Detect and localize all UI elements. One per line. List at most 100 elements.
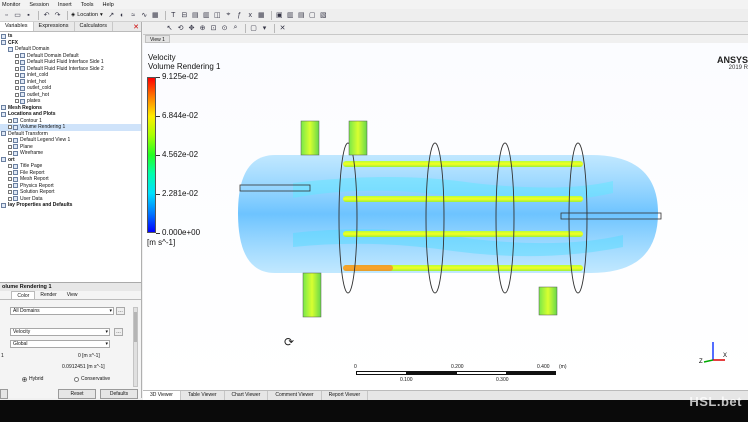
details-scrollbar[interactable] (133, 307, 138, 387)
visibility-checkbox[interactable] (15, 79, 19, 84)
menu-monitor[interactable]: Monitor (2, 2, 20, 8)
close-icon[interactable]: ✕ (133, 23, 139, 31)
tab-geometry[interactable] (0, 291, 11, 299)
pan-icon[interactable]: ✥ (187, 24, 196, 33)
tab-calculators[interactable]: Calculators (75, 22, 114, 31)
streamline-icon[interactable]: ≈ (129, 11, 138, 20)
visibility-checkbox[interactable] (8, 125, 12, 130)
tree-node-icon (13, 196, 18, 202)
undo-icon[interactable]: ↶ (42, 11, 51, 20)
3d-viewport[interactable]: Velocity Volume Rendering 1 9.125e-02 6.… (143, 43, 748, 390)
menu-help[interactable]: Help (103, 2, 114, 8)
table-icon[interactable]: ▦ (257, 11, 266, 20)
chart-icon[interactable]: ▥ (286, 11, 295, 20)
tab-render[interactable]: Render (35, 291, 61, 299)
vector-icon[interactable]: ↗ (107, 11, 116, 20)
menu-insert[interactable]: Insert (58, 2, 72, 8)
select-icon[interactable]: ↖ (165, 24, 174, 33)
domains-select[interactable]: All Domains ▾ (10, 307, 114, 315)
save-icon[interactable]: ▪ (24, 11, 33, 20)
visibility-checkbox[interactable] (8, 144, 12, 149)
viewport-layout-icon[interactable]: ▢ (249, 24, 258, 33)
particle-track-icon[interactable]: ∿ (140, 11, 149, 20)
location-menu[interactable]: ◈ Location ▾ (71, 12, 103, 18)
report-icon[interactable]: ▤ (297, 11, 306, 20)
figure-icon[interactable]: ▧ (319, 11, 328, 20)
visibility-checkbox[interactable] (15, 60, 19, 65)
visibility-checkbox[interactable] (15, 53, 19, 58)
visibility-checkbox[interactable] (8, 190, 12, 195)
tree-node-icon (8, 46, 13, 52)
tab-3d-viewer[interactable]: 3D Viewer (143, 391, 181, 400)
visibility-checkbox[interactable] (8, 196, 12, 201)
tree-item[interactable]: lay Properties and Defaults (0, 202, 141, 209)
redo-icon[interactable]: ↷ (53, 11, 62, 20)
visibility-checkbox[interactable] (15, 92, 19, 97)
visibility-checkbox[interactable] (8, 138, 12, 143)
hybrid-radio[interactable]: Hybrid (22, 376, 43, 382)
domains-browse-button[interactable]: … (116, 307, 125, 315)
menu-tools[interactable]: Tools (81, 2, 94, 8)
tab-view[interactable]: View (62, 291, 83, 299)
instance-icon[interactable]: ◫ (213, 11, 222, 20)
min-value[interactable]: 0 [m s^-1] (78, 353, 100, 359)
zoom-fit-icon[interactable]: ⊙ (220, 24, 229, 33)
details-panel: olume Rendering 1 Color Render View All … (0, 282, 141, 399)
tab-color[interactable]: Color (11, 291, 36, 299)
visibility-checkbox[interactable] (15, 86, 19, 91)
visibility-checkbox[interactable] (8, 177, 12, 182)
tree-node-icon (13, 170, 18, 176)
conservative-radio[interactable]: Conservative (74, 376, 110, 382)
tab-table-viewer[interactable]: Table Viewer (181, 391, 225, 400)
menu-session[interactable]: Session (29, 2, 49, 8)
color-map-icon[interactable]: ▤ (191, 11, 200, 20)
variable-icon[interactable]: x (246, 11, 255, 20)
visibility-checkbox[interactable] (15, 99, 19, 104)
visibility-checkbox[interactable] (8, 151, 12, 156)
visibility-checkbox[interactable] (15, 73, 19, 78)
tree-node-icon (1, 33, 6, 39)
max-value[interactable]: 0.0912451 [m s^-1] (62, 364, 105, 370)
visibility-checkbox[interactable] (15, 66, 19, 71)
volume-rendering-icon[interactable]: ▦ (151, 11, 160, 20)
chevron-down-icon[interactable]: ▾ (260, 24, 269, 33)
clip-plane-icon[interactable]: ⊟ (180, 11, 189, 20)
zoom-icon[interactable]: ⊕ (198, 24, 207, 33)
tab-chart-viewer[interactable]: Chart Viewer (225, 391, 269, 400)
tab-variables[interactable]: Variables (0, 22, 34, 31)
tab-comment-viewer[interactable]: Comment Viewer (268, 391, 322, 400)
variable-select[interactable]: Velocity ▾ (10, 328, 110, 336)
scroll-thumb[interactable] (134, 312, 137, 342)
tab-report-viewer[interactable]: Report Viewer (322, 391, 369, 400)
visibility-checkbox[interactable] (8, 170, 12, 175)
tab-expressions[interactable]: Expressions (34, 22, 75, 31)
contour-icon[interactable]: ◐ (118, 11, 127, 20)
text-icon[interactable]: T (169, 11, 178, 20)
expression-icon[interactable]: ƒ (235, 11, 244, 20)
toolbar-divider (38, 10, 39, 20)
zoom-box-icon[interactable]: ⊡ (209, 24, 218, 33)
defaults-button[interactable]: Defaults (100, 389, 138, 399)
visibility-checkbox[interactable] (8, 164, 12, 169)
coordinate-frame-icon[interactable]: ⌖ (224, 11, 233, 20)
legend-icon[interactable]: ▥ (202, 11, 211, 20)
axis-triad[interactable]: Z X (698, 336, 728, 366)
chevron-down-icon: ▾ (100, 12, 103, 18)
visibility-checkbox[interactable] (8, 183, 12, 188)
visibility-checkbox[interactable] (8, 118, 12, 123)
rotate-icon[interactable]: ⟲ (176, 24, 185, 33)
variable-browse-button[interactable]: … (114, 328, 123, 336)
probe-icon[interactable]: ✕ (278, 24, 287, 33)
open-folder-icon[interactable]: ▭ (13, 11, 22, 20)
reset-button[interactable]: Reset (58, 389, 96, 399)
new-file-icon[interactable]: ▫ (2, 11, 11, 20)
legend-label: 2.281e-02 (162, 189, 199, 198)
comment-icon[interactable]: ▢ (308, 11, 317, 20)
scale-label: 0.200 (451, 364, 464, 370)
calculator-icon[interactable]: ▣ (275, 11, 284, 20)
range-select[interactable]: Global ▾ (10, 340, 110, 348)
panel-tabs: Variables Expressions Calculators (0, 22, 141, 32)
zoom-all-icon[interactable]: ⌕ (231, 24, 240, 33)
view-tab[interactable]: View 1 (145, 35, 170, 43)
apply-button[interactable] (0, 389, 8, 399)
